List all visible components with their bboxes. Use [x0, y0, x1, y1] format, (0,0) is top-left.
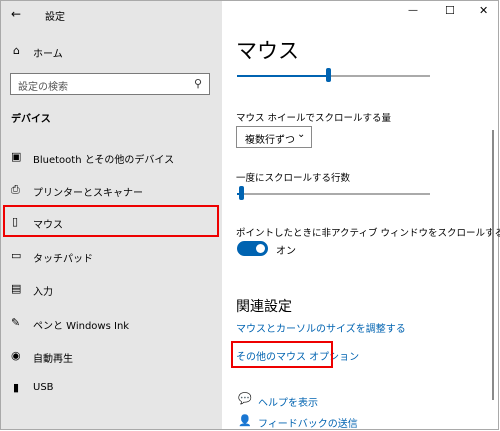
home-icon: ⌂: [13, 44, 20, 57]
search-icon[interactable]: ⚲: [194, 77, 202, 90]
lines-slider[interactable]: [239, 186, 244, 200]
inactive-scroll-label: ポイントしたときに非アクティブ ウィンドウをスクロールする: [236, 228, 500, 239]
wheel-scroll-dropdown[interactable]: 複数行ずつ ⌄: [236, 126, 312, 148]
lines-label: 一度にスクロールする行数: [236, 173, 351, 184]
keyboard-icon: ▤: [11, 282, 22, 295]
sidebar-item-pen[interactable]: ペンと Windows Ink: [33, 317, 129, 332]
sidebar-item-printers[interactable]: プリンターとスキャナー: [33, 184, 143, 199]
back-icon[interactable]: ←: [11, 7, 21, 21]
selected-item-highlight: [3, 205, 219, 237]
help-icon: 💬: [238, 392, 252, 405]
wheel-scroll-label: マウス ホイールでスクロールする量: [236, 113, 392, 124]
search-input[interactable]: 設定の検索 ⚲: [10, 73, 210, 95]
touchpad-icon: ▭: [11, 249, 22, 262]
search-placeholder: 設定の検索: [18, 82, 68, 93]
bluetooth-devices-icon: ▣: [11, 150, 22, 163]
dropdown-value: 複数行ずつ: [245, 135, 295, 146]
printer-icon: ⎙: [11, 183, 20, 196]
sidebar-item-bluetooth[interactable]: Bluetooth とその他のデバイス: [33, 151, 174, 166]
cursor-speed-slider[interactable]: [326, 68, 331, 82]
section-title: デバイス: [11, 114, 51, 125]
usb-icon: ▮: [13, 381, 20, 394]
help-link[interactable]: ヘルプを表示: [258, 394, 318, 409]
window-title: 設定: [45, 12, 65, 23]
cursor-speed-fill: [237, 75, 328, 77]
option-link-highlight: [231, 341, 333, 368]
close-icon[interactable]: ✕: [479, 4, 488, 17]
cursor-size-link[interactable]: マウスとカーソルのサイズを調整する: [236, 320, 406, 335]
autoplay-icon: ◉: [11, 349, 21, 362]
sidebar-item-autoplay[interactable]: 自動再生: [33, 350, 73, 365]
scrollbar[interactable]: [492, 130, 494, 400]
feedback-icon: 👤: [238, 414, 252, 427]
pen-icon: ✎: [11, 316, 21, 329]
toggle-state: オン: [276, 246, 296, 257]
sidebar-item-usb[interactable]: USB: [33, 382, 54, 393]
related-title: 関連設定: [236, 299, 292, 315]
feedback-link[interactable]: フィードバックの送信: [258, 415, 358, 430]
page-title: マウス: [236, 39, 299, 63]
lines-track: [237, 193, 430, 195]
sidebar-item-home[interactable]: ホーム: [33, 45, 63, 60]
toggle-knob: [256, 244, 265, 253]
inactive-scroll-toggle[interactable]: [237, 241, 268, 256]
maximize-icon[interactable]: ☐: [445, 4, 455, 17]
minimize-icon[interactable]: —: [408, 5, 418, 16]
chevron-down-icon: ⌄: [297, 129, 306, 140]
sidebar-item-touchpad[interactable]: タッチパッド: [33, 250, 93, 265]
sidebar-item-input[interactable]: 入力: [33, 283, 53, 298]
